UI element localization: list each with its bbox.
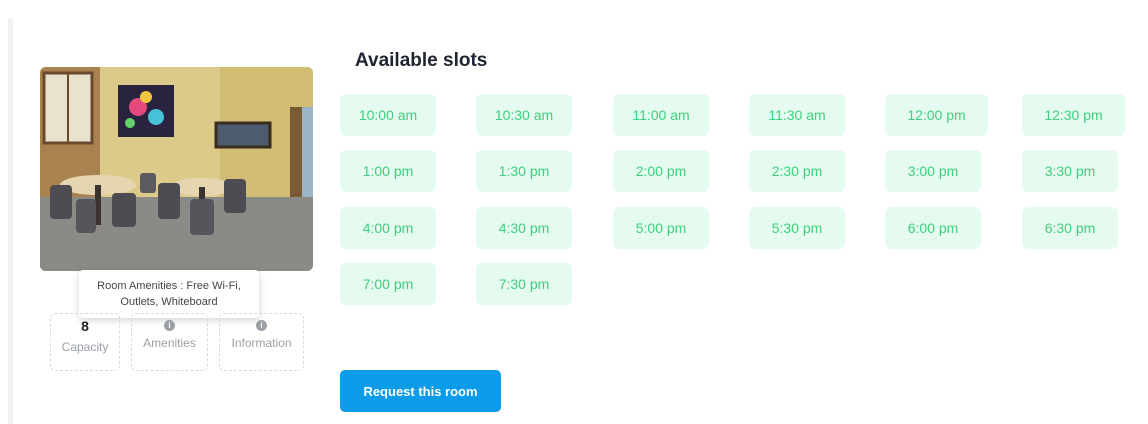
time-slot[interactable]: 7:30 pm bbox=[476, 263, 572, 305]
available-slots-heading: Available slots bbox=[355, 50, 488, 71]
amenities-card[interactable]: i Amenities bbox=[131, 313, 208, 371]
time-slot[interactable]: 2:00 pm bbox=[613, 150, 709, 192]
request-room-button[interactable]: Request this room bbox=[340, 370, 501, 412]
amenities-label: Amenities bbox=[143, 336, 196, 350]
room-photo bbox=[40, 67, 313, 271]
time-slot[interactable]: 11:00 am bbox=[613, 94, 709, 136]
time-slot[interactable]: 7:00 pm bbox=[340, 263, 436, 305]
information-card[interactable]: i Information bbox=[219, 313, 304, 371]
time-slot[interactable]: 2:30 pm bbox=[749, 150, 845, 192]
time-slot[interactable]: 10:30 am bbox=[476, 94, 572, 136]
time-slot[interactable]: 4:30 pm bbox=[476, 207, 572, 249]
time-slot[interactable]: 5:00 pm bbox=[613, 207, 709, 249]
information-label: Information bbox=[231, 336, 292, 350]
left-divider bbox=[8, 18, 13, 424]
time-slot[interactable]: 4:00 pm bbox=[340, 207, 436, 249]
capacity-value: 8 bbox=[81, 318, 89, 334]
time-slot[interactable]: 12:00 pm bbox=[885, 94, 988, 136]
time-slot[interactable]: 6:00 pm bbox=[885, 207, 981, 249]
time-slot[interactable]: 1:00 pm bbox=[340, 150, 436, 192]
capacity-card: 8 Capacity bbox=[50, 313, 120, 371]
time-slot[interactable]: 6:30 pm bbox=[1022, 207, 1118, 249]
time-slot[interactable]: 10:00 am bbox=[340, 94, 436, 136]
info-icon[interactable]: i bbox=[164, 320, 175, 331]
time-slot[interactable]: 1:30 pm bbox=[476, 150, 572, 192]
capacity-label: Capacity bbox=[61, 340, 109, 354]
time-slot[interactable]: 12:30 pm bbox=[1022, 94, 1125, 136]
time-slot[interactable]: 11:30 am bbox=[749, 94, 845, 136]
time-slot[interactable]: 3:00 pm bbox=[885, 150, 981, 192]
amenities-tooltip: Room Amenities : Free Wi-Fi, Outlets, Wh… bbox=[79, 270, 259, 318]
time-slot[interactable]: 3:30 pm bbox=[1022, 150, 1118, 192]
amenities-tooltip-text: Room Amenities : Free Wi-Fi, Outlets, Wh… bbox=[97, 280, 241, 308]
info-icon[interactable]: i bbox=[256, 320, 267, 331]
time-slot[interactable]: 5:30 pm bbox=[749, 207, 845, 249]
